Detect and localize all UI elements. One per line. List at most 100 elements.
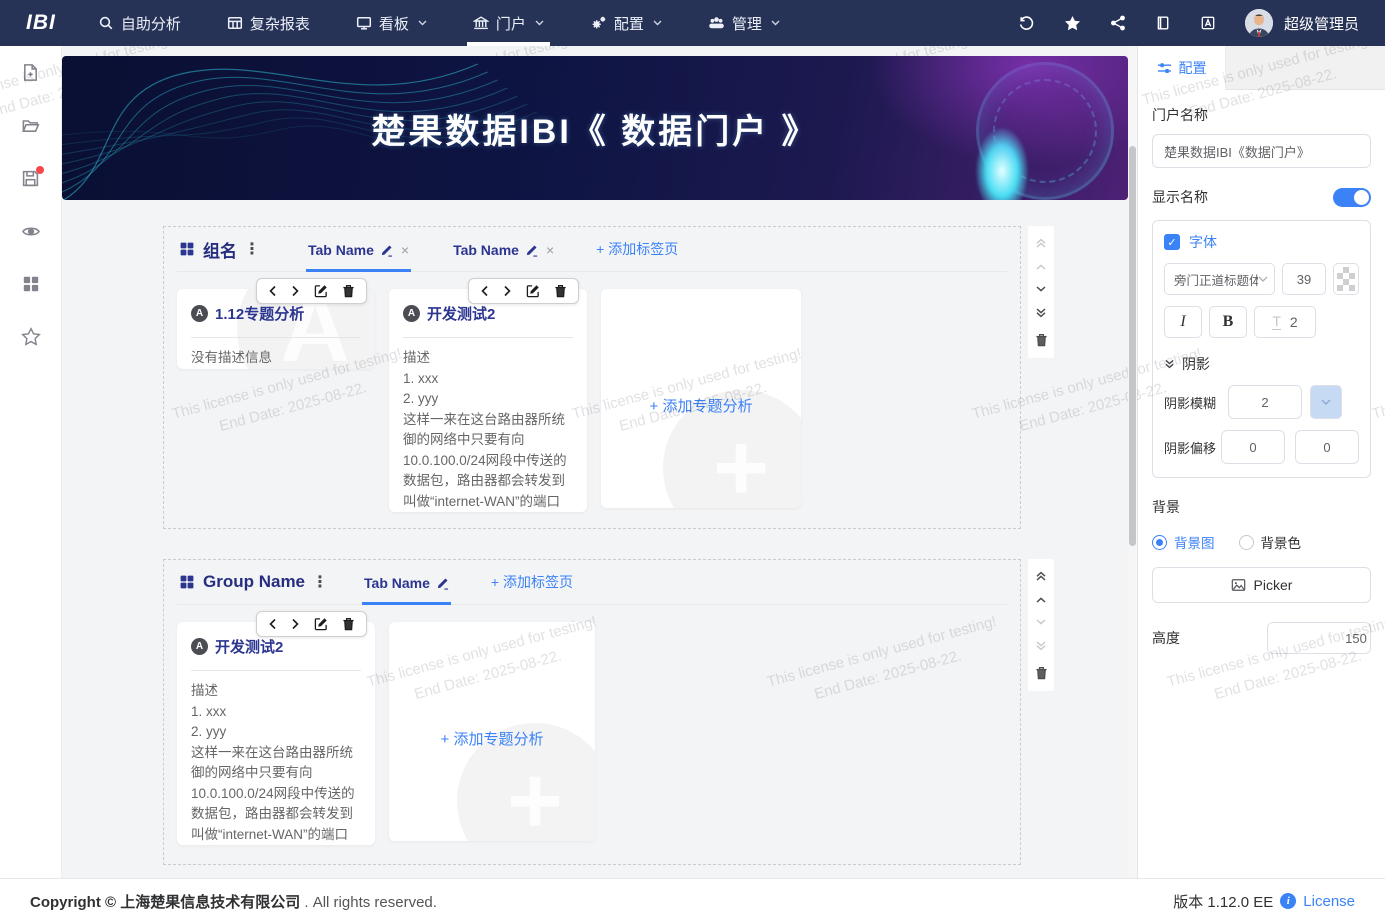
preview-eye-icon[interactable]: [21, 222, 41, 241]
nav-item-dashboard[interactable]: 看板: [356, 0, 427, 46]
panel-tabbar: 配置: [1138, 46, 1385, 90]
move-top-icon[interactable]: [1035, 237, 1047, 249]
tab-item[interactable]: Tab Name ×: [451, 227, 556, 272]
delete-card-icon[interactable]: [342, 284, 355, 298]
delete-card-icon[interactable]: [554, 284, 567, 298]
move-left-icon[interactable]: [268, 618, 277, 630]
save-icon[interactable]: [21, 166, 44, 188]
portal-bank-icon: [472, 15, 489, 31]
double-chevron-down-icon: [1164, 358, 1175, 370]
group-name: 组名: [203, 241, 237, 261]
favorite-star-icon[interactable]: [1064, 15, 1081, 32]
italic-button[interactable]: I: [1164, 306, 1202, 338]
move-bottom-icon[interactable]: [1035, 640, 1047, 652]
analysis-card[interactable]: A 开发测试2 描述 1. xxx 2. yyy 这样一来在这台路由器所统御的网…: [177, 622, 375, 845]
docs-book-icon[interactable]: [1155, 15, 1171, 31]
add-analysis-card[interactable]: + 添加专题分析 +: [389, 622, 595, 841]
main-scrollbar[interactable]: [1128, 46, 1137, 878]
delete-group-icon[interactable]: [1035, 333, 1048, 347]
underline-t-icon: T: [1272, 313, 1281, 330]
shadow-offset-x-input[interactable]: [1221, 430, 1285, 464]
text-stroke-button[interactable]: T 2: [1254, 306, 1316, 338]
move-right-icon[interactable]: [503, 285, 512, 297]
edit-pencil-icon[interactable]: [525, 244, 538, 257]
share-icon[interactable]: [1110, 15, 1126, 31]
font-checkbox[interactable]: ✓: [1164, 234, 1180, 250]
delete-card-icon[interactable]: [342, 617, 355, 631]
tab-config[interactable]: 配置: [1138, 46, 1226, 90]
edit-card-icon[interactable]: [314, 617, 328, 631]
bold-button[interactable]: B: [1209, 306, 1247, 338]
delete-group-icon[interactable]: [1035, 666, 1048, 680]
edit-pencil-icon[interactable]: [436, 577, 449, 590]
group-more-menu[interactable]: ⋮: [312, 572, 328, 592]
left-toolbar: [0, 46, 62, 878]
background-image-radio[interactable]: 背景图: [1152, 532, 1215, 552]
font-family-select[interactable]: 旁门正道标题体: [1164, 263, 1275, 295]
move-right-icon[interactable]: [291, 618, 300, 630]
nav-item-config[interactable]: 配置: [590, 0, 662, 46]
tab-item[interactable]: Tab Name ×: [306, 227, 412, 272]
portal-name-input[interactable]: [1152, 134, 1371, 168]
move-right-icon[interactable]: [291, 285, 300, 297]
unsaved-dot-badge: [36, 166, 44, 174]
display-name-label: 显示名称: [1152, 189, 1208, 205]
move-up-icon[interactable]: [1035, 263, 1047, 271]
nav-item-complex-report[interactable]: 复杂报表: [227, 0, 310, 46]
edit-card-icon[interactable]: [314, 284, 328, 298]
move-down-icon[interactable]: [1035, 618, 1047, 626]
card-description: 描述 1. xxx 2. yyy 这样一来在这台路由器所统御的网络中只要有向10…: [191, 683, 355, 842]
group-container-2: Group Name ⋮ Tab Name + 添加标签页 A 开发测试2 描述…: [163, 559, 1021, 865]
close-tab-icon[interactable]: ×: [401, 242, 409, 258]
analysis-logo-icon: A: [191, 638, 208, 655]
user-avatar[interactable]: [1244, 9, 1273, 37]
chevron-down-icon: [771, 20, 780, 26]
nav-item-portal[interactable]: 门户: [466, 0, 550, 46]
shadow-collapse-header[interactable]: 阴影: [1164, 354, 1359, 374]
portal-banner[interactable]: 楚果数据IBI《 数据门户 》: [62, 56, 1128, 200]
license-link[interactable]: License: [1303, 893, 1355, 910]
group-more-menu[interactable]: ⋮: [244, 239, 260, 259]
gears-icon: [590, 15, 607, 31]
scrollbar-thumb[interactable]: [1129, 146, 1136, 546]
background-color-radio[interactable]: 背景色: [1238, 532, 1301, 552]
move-bottom-icon[interactable]: [1035, 307, 1047, 319]
nav-item-self-analysis[interactable]: 自助分析: [98, 0, 181, 46]
move-top-icon[interactable]: [1035, 570, 1047, 582]
grid-layout-icon[interactable]: [22, 275, 40, 293]
image-picker-button[interactable]: Picker: [1152, 567, 1371, 603]
font-color-swatch[interactable]: [1333, 263, 1359, 295]
move-up-icon[interactable]: [1035, 596, 1047, 604]
username-label: 超级管理员: [1283, 15, 1359, 33]
close-tab-icon[interactable]: ×: [546, 242, 554, 258]
move-left-icon[interactable]: [268, 285, 277, 297]
add-tab-button[interactable]: + 添加标签页: [491, 572, 573, 592]
shadow-offset-y-input[interactable]: [1295, 430, 1359, 464]
app-logo[interactable]: IBI: [26, 11, 56, 35]
new-file-icon[interactable]: [21, 63, 40, 82]
group-row: Group Name ⋮ Tab Name + 添加标签页 A 开发测试2 描述…: [163, 559, 1128, 865]
translate-doc-icon[interactable]: [1200, 15, 1216, 31]
favorite-star-icon[interactable]: [20, 327, 41, 347]
radio-unselected-icon: [1238, 534, 1254, 550]
group-grid-icon: [179, 574, 195, 590]
font-size-input[interactable]: [1282, 263, 1326, 295]
analysis-card[interactable]: A 开发测试2 描述 1. xxx 2. yyy 这样一来在这台路由器所统御的网…: [389, 289, 587, 512]
tab-item[interactable]: Tab Name: [362, 560, 451, 605]
font-label: 字体: [1189, 234, 1217, 250]
shadow-color-select[interactable]: [1310, 385, 1342, 419]
move-left-icon[interactable]: [480, 285, 489, 297]
display-name-toggle[interactable]: [1333, 187, 1371, 207]
history-icon[interactable]: [1018, 15, 1035, 32]
open-folder-icon[interactable]: [21, 116, 40, 135]
edit-pencil-icon[interactable]: [380, 244, 393, 257]
nav-item-admin[interactable]: 管理: [708, 0, 780, 46]
shadow-blur-input[interactable]: [1228, 385, 1302, 419]
height-input[interactable]: [1268, 623, 1370, 653]
edit-card-icon[interactable]: [526, 284, 540, 298]
add-tab-button[interactable]: + 添加标签页: [596, 239, 678, 259]
move-down-icon[interactable]: [1035, 285, 1047, 293]
analysis-logo-icon: A: [403, 305, 420, 322]
add-analysis-card[interactable]: + 添加专题分析 +: [601, 289, 801, 508]
search-icon: [98, 15, 114, 31]
